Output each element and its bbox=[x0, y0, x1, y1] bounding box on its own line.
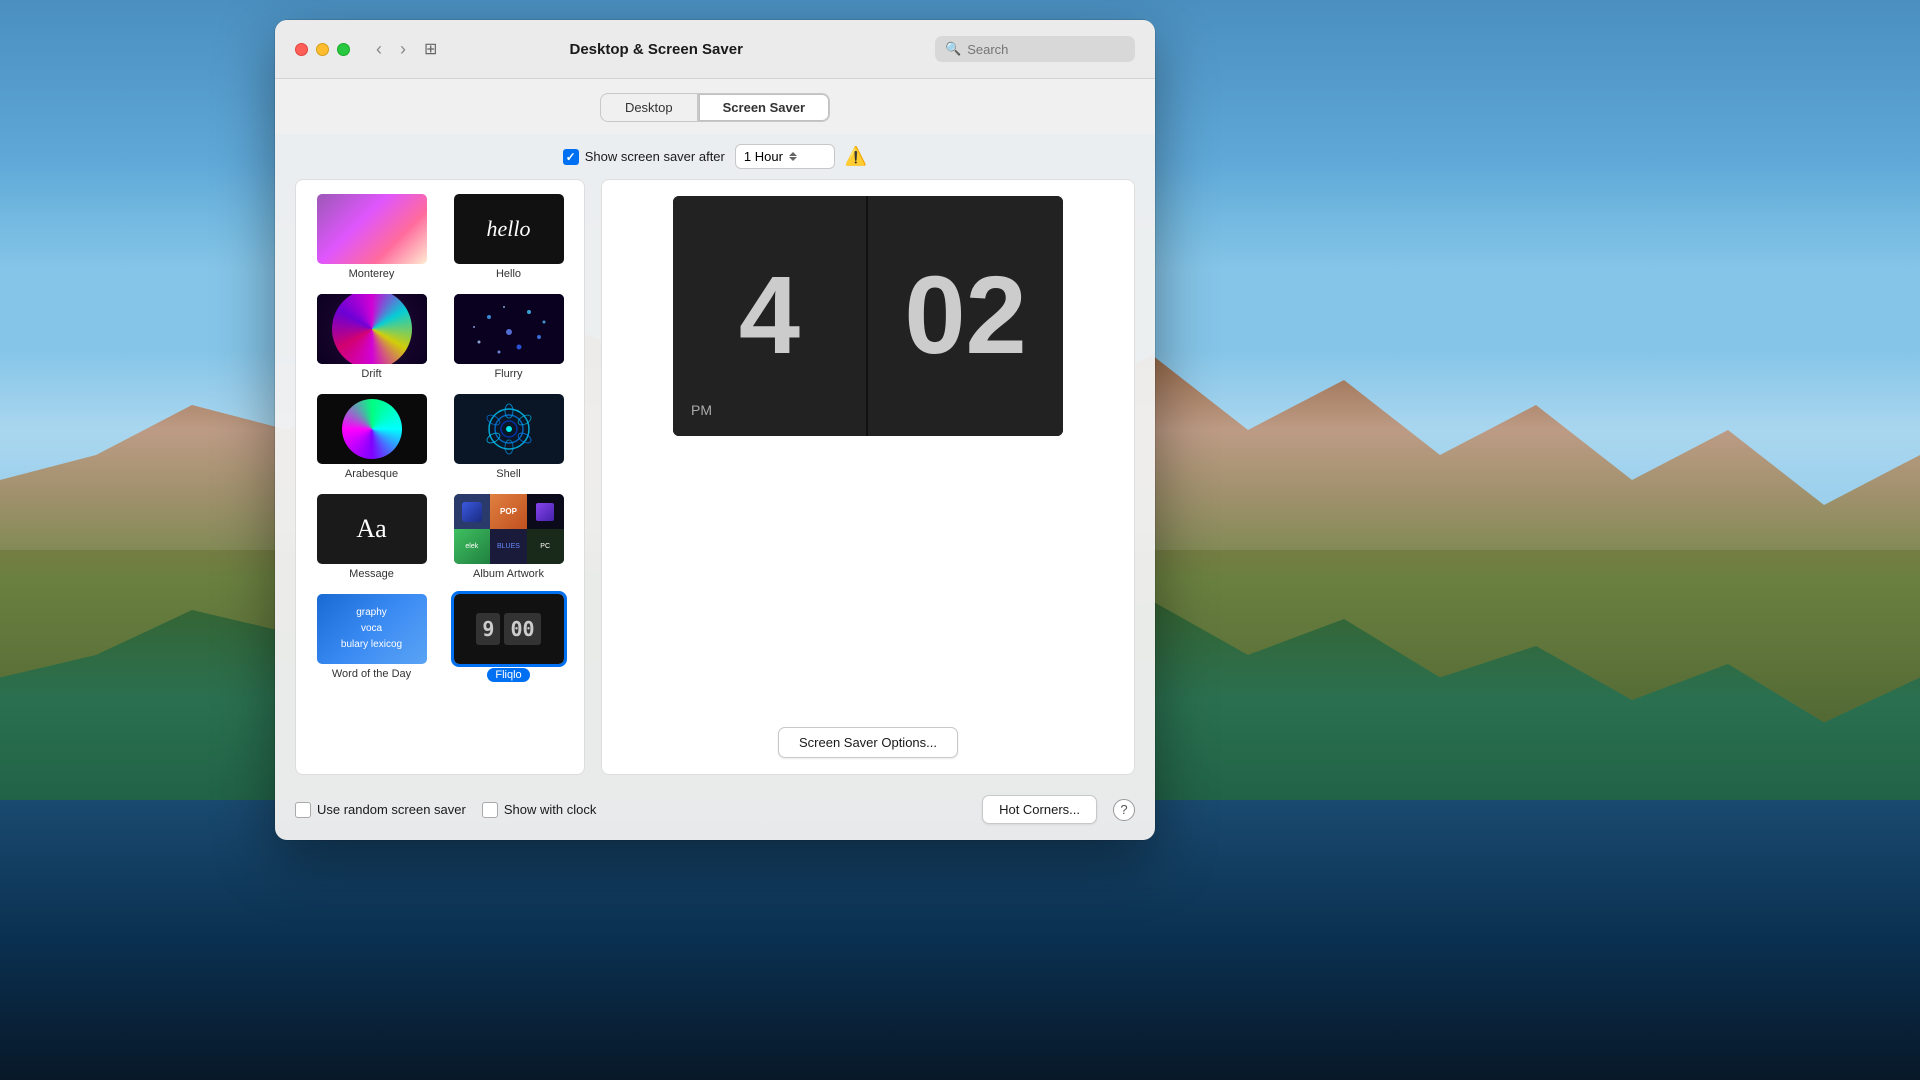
warning-icon: ⚠️ bbox=[845, 146, 867, 167]
title-bar: ‹ › ⊞ Desktop & Screen Saver 🔍 bbox=[275, 20, 1155, 79]
list-item[interactable]: Arabesque bbox=[306, 390, 437, 484]
ss-thumb-album: POP elek BLUES PC bbox=[454, 494, 564, 564]
hot-corners-button[interactable]: Hot Corners... bbox=[982, 795, 1097, 824]
list-item[interactable]: Flurry bbox=[443, 290, 574, 384]
preferences-window: ‹ › ⊞ Desktop & Screen Saver 🔍 Desktop S… bbox=[275, 20, 1155, 840]
list-item[interactable]: hello Hello bbox=[443, 190, 574, 284]
list-item[interactable]: Monterey bbox=[306, 190, 437, 284]
ss-thumb-message: Aa bbox=[317, 494, 427, 564]
main-content: Monterey hello Hello Drift bbox=[275, 179, 1155, 785]
ss-thumb-arabesque bbox=[317, 394, 427, 464]
screen-saver-options-button[interactable]: Screen Saver Options... bbox=[778, 727, 958, 758]
list-item[interactable]: Drift bbox=[306, 290, 437, 384]
back-button[interactable]: ‹ bbox=[370, 37, 388, 62]
clock-minute-section: 02 bbox=[868, 196, 1063, 436]
bottom-bar: Use random screen saver Show with clock … bbox=[275, 785, 1155, 840]
random-saver-label: Use random screen saver bbox=[317, 802, 466, 817]
close-button[interactable] bbox=[295, 43, 308, 56]
screen-saver-list: Monterey hello Hello Drift bbox=[295, 179, 585, 775]
water-body bbox=[0, 800, 1920, 1080]
ss-thumb-shell bbox=[454, 394, 564, 464]
show-clock-label: Show with clock bbox=[504, 802, 596, 817]
clock-minute-digit: 02 bbox=[904, 261, 1026, 371]
minimize-button[interactable] bbox=[316, 43, 329, 56]
ss-label: Hello bbox=[496, 268, 521, 280]
clock-hour-digit: 4 bbox=[739, 261, 800, 371]
ss-label: Message bbox=[349, 568, 394, 580]
random-saver-container: Use random screen saver bbox=[295, 802, 466, 818]
check-mark: ✓ bbox=[566, 150, 576, 164]
random-saver-checkbox[interactable] bbox=[295, 802, 311, 818]
list-item[interactable]: Shell bbox=[443, 390, 574, 484]
maximize-button[interactable] bbox=[337, 43, 350, 56]
ss-thumb-wordofday: graphyvocabulary lexicog bbox=[317, 594, 427, 664]
clock-hour-section: 4 PM bbox=[673, 196, 868, 436]
ss-thumb-hello: hello bbox=[454, 194, 564, 264]
ss-label: Shell bbox=[496, 468, 520, 480]
ss-label: Word of the Day bbox=[332, 668, 411, 680]
dropdown-arrow-icon bbox=[789, 152, 797, 161]
help-button[interactable]: ? bbox=[1113, 799, 1135, 821]
ss-thumb-fliqlo: 9 00 bbox=[454, 594, 564, 664]
show-after-checkbox[interactable]: ✓ bbox=[563, 149, 579, 165]
ss-label: Flurry bbox=[494, 368, 522, 380]
show-after-label: Show screen saver after bbox=[585, 149, 725, 164]
list-item[interactable]: graphyvocabulary lexicog Word of the Day bbox=[306, 590, 437, 686]
list-item[interactable]: 9 00 Fliqlo bbox=[443, 590, 574, 686]
clock-ampm: PM bbox=[691, 402, 712, 418]
search-icon: 🔍 bbox=[945, 41, 961, 57]
ss-label: Arabesque bbox=[345, 468, 398, 480]
list-item[interactable]: Aa Message bbox=[306, 490, 437, 584]
ss-thumb-monterey bbox=[317, 194, 427, 264]
ss-label: Album Artwork bbox=[473, 568, 544, 580]
options-bar: ✓ Show screen saver after 1 Hour ⚠️ bbox=[275, 134, 1155, 179]
tab-screen-saver[interactable]: Screen Saver bbox=[698, 93, 830, 122]
ss-thumb-flurry bbox=[454, 294, 564, 364]
ss-thumb-drift bbox=[317, 294, 427, 364]
traffic-lights bbox=[295, 43, 350, 56]
ss-label: Monterey bbox=[349, 268, 395, 280]
timer-dropdown[interactable]: 1 Hour bbox=[735, 144, 835, 169]
show-clock-container: Show with clock bbox=[482, 802, 596, 818]
ss-label-selected: Fliqlo bbox=[487, 668, 529, 682]
clock-preview: 4 PM 02 bbox=[673, 196, 1063, 436]
clock-display: 4 PM 02 bbox=[673, 196, 1063, 436]
list-item[interactable]: POP elek BLUES PC bbox=[443, 490, 574, 584]
search-input[interactable] bbox=[967, 42, 1125, 57]
ss-label: Drift bbox=[361, 368, 381, 380]
window-title: Desktop & Screen Saver bbox=[389, 41, 923, 58]
preview-panel: 4 PM 02 Screen Saver Options... bbox=[601, 179, 1135, 775]
tab-bar: Desktop Screen Saver bbox=[275, 79, 1155, 134]
search-box[interactable]: 🔍 bbox=[935, 36, 1135, 62]
show-clock-checkbox[interactable] bbox=[482, 802, 498, 818]
timer-value: 1 Hour bbox=[744, 149, 783, 164]
tab-desktop[interactable]: Desktop bbox=[600, 93, 698, 122]
show-after-container: ✓ Show screen saver after bbox=[563, 149, 725, 165]
